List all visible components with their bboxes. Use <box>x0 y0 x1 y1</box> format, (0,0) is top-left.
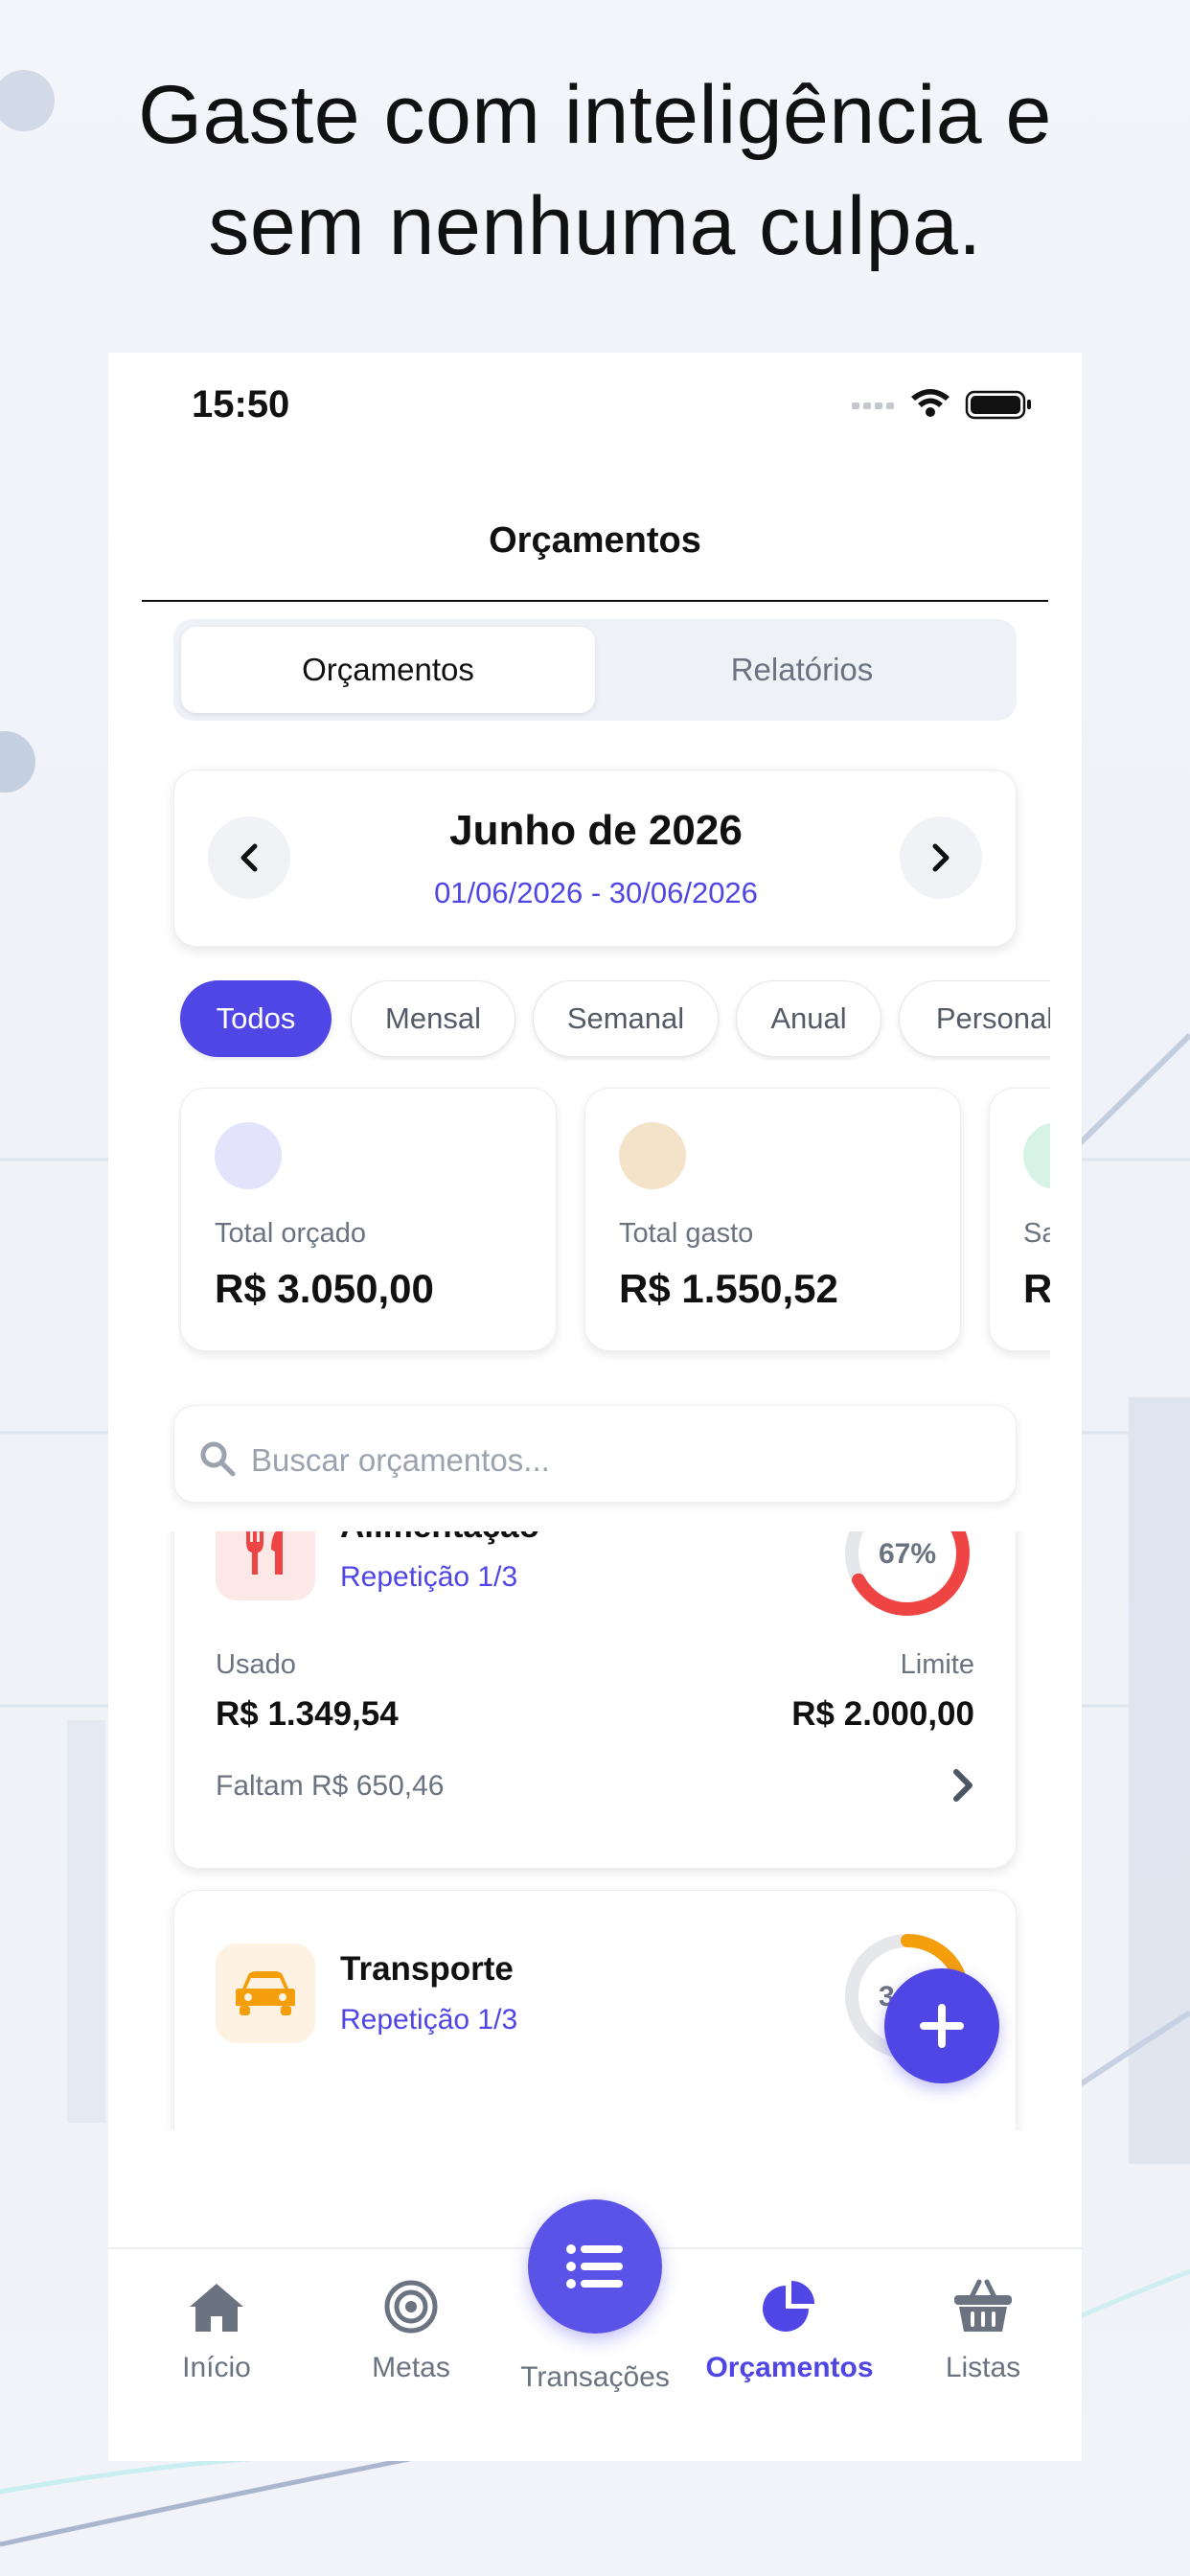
period-range: 01/06/2026 - 30/06/2026 <box>434 876 758 909</box>
car-icon <box>236 1971 295 2015</box>
marketing-headline: Gaste com inteligência e sem nenhuma cul… <box>0 59 1190 282</box>
app-screen: 15:50 Orçamentos Orçamentos Relatórios J… <box>108 353 1082 2461</box>
category-icon-box <box>216 1944 315 2043</box>
progress-ring: 67% <box>845 1531 970 1616</box>
battery-icon <box>965 390 1031 420</box>
status-time: 15:50 <box>192 383 290 426</box>
budget-repetition: Repetição 1/3 <box>340 1561 518 1593</box>
summary-dot <box>619 1122 686 1189</box>
bottom-tab-bar: Início Metas Transações Orçamentos Lista… <box>108 2199 1082 2461</box>
budget-name: Alimentação <box>340 1531 539 1546</box>
search-icon <box>200 1441 236 1477</box>
remaining-amount: Faltam R$ 650,46 <box>216 1770 445 1802</box>
header-divider <box>142 600 1048 602</box>
home-icon <box>190 2284 243 2332</box>
headline-line-2: sem nenhuma culpa. <box>208 180 982 272</box>
summary-dot <box>215 1122 282 1189</box>
chip-anual[interactable]: Anual <box>736 980 881 1057</box>
chip-mensal[interactable]: Mensal <box>351 980 515 1057</box>
basket-icon <box>954 2279 1012 2332</box>
tab-budgets[interactable]: Orçamentos <box>694 2249 885 2403</box>
budget-card[interactable]: Alimentação Repetição 1/3 67% Usado R$ 1… <box>173 1531 1017 1869</box>
limit-value: R$ 2.000,00 <box>791 1695 974 1733</box>
summary-dot <box>1023 1122 1050 1189</box>
used-value: R$ 1.349,54 <box>216 1695 399 1733</box>
wifi-icon <box>911 389 950 417</box>
headline-line-1: Gaste com inteligência e <box>138 69 1052 161</box>
tab-label: Metas <box>372 2352 450 2383</box>
tab-home[interactable]: Início <box>121 2249 312 2403</box>
limit-label: Limite <box>900 1649 974 1680</box>
segmented-control: Orçamentos Relatórios <box>173 619 1017 721</box>
summary-cards: Total orçado R$ 3.050,00 Total gasto R$ … <box>178 1086 1050 1364</box>
chevron-right-icon <box>932 843 950 872</box>
search-bar <box>173 1405 1017 1503</box>
chevron-right-icon[interactable] <box>949 1766 977 1805</box>
pie-chart-icon <box>763 2281 814 2332</box>
summary-value: R$ 3.050,00 <box>215 1266 434 1311</box>
summary-card-budgeted[interactable]: Total orçado R$ 3.050,00 <box>180 1088 557 1351</box>
segment-budgets[interactable]: Orçamentos <box>181 627 595 713</box>
transactions-fab[interactable] <box>528 2199 662 2334</box>
tab-lists[interactable]: Listas <box>887 2249 1079 2403</box>
target-icon <box>384 2280 438 2334</box>
status-icons <box>852 389 1031 420</box>
search-input[interactable] <box>251 1435 979 1486</box>
chip-personal[interactable]: Personal <box>899 980 1050 1057</box>
used-label: Usado <box>216 1649 296 1680</box>
tab-label: Listas <box>945 2352 1021 2383</box>
plus-icon <box>920 2004 964 2048</box>
tab-transactions-label[interactable]: Transações <box>480 2361 710 2394</box>
summary-label: Sa <box>1023 1218 1050 1249</box>
summary-value: R$ 1.550,52 <box>619 1266 838 1311</box>
segment-reports[interactable]: Relatórios <box>595 627 1009 713</box>
budget-repetition: Repetição 1/3 <box>340 2004 518 2036</box>
summary-card-spent[interactable]: Total gasto R$ 1.550,52 <box>584 1088 961 1351</box>
page-title: Orçamentos <box>489 520 701 561</box>
tab-goals[interactable]: Metas <box>315 2249 507 2403</box>
chip-semanal[interactable]: Semanal <box>533 980 719 1057</box>
chip-todos[interactable]: Todos <box>180 980 332 1057</box>
summary-label: Total orçado <box>215 1218 366 1249</box>
summary-value: R <box>1023 1266 1050 1311</box>
summary-label: Total gasto <box>619 1218 754 1249</box>
add-budget-button[interactable] <box>884 1968 999 2083</box>
list-icon <box>566 2244 623 2288</box>
tab-label: Início <box>182 2352 251 2383</box>
period-selector: Junho de 2026 01/06/2026 - 30/06/2026 <box>173 770 1017 947</box>
progress-percent: 67% <box>879 1538 936 1570</box>
utensils-icon <box>246 1531 283 1575</box>
category-icon-box <box>216 1531 315 1600</box>
period-title: Junho de 2026 <box>449 807 743 854</box>
next-month-button[interactable] <box>900 816 982 899</box>
summary-card-balance[interactable]: Sa R <box>989 1088 1050 1351</box>
tab-label: Orçamentos <box>705 2352 874 2383</box>
budget-name: Transporte <box>340 1950 514 1988</box>
filter-chips: Todos Mensal Semanal Anual Personal <box>178 980 1050 1061</box>
signal-icon <box>852 402 894 409</box>
